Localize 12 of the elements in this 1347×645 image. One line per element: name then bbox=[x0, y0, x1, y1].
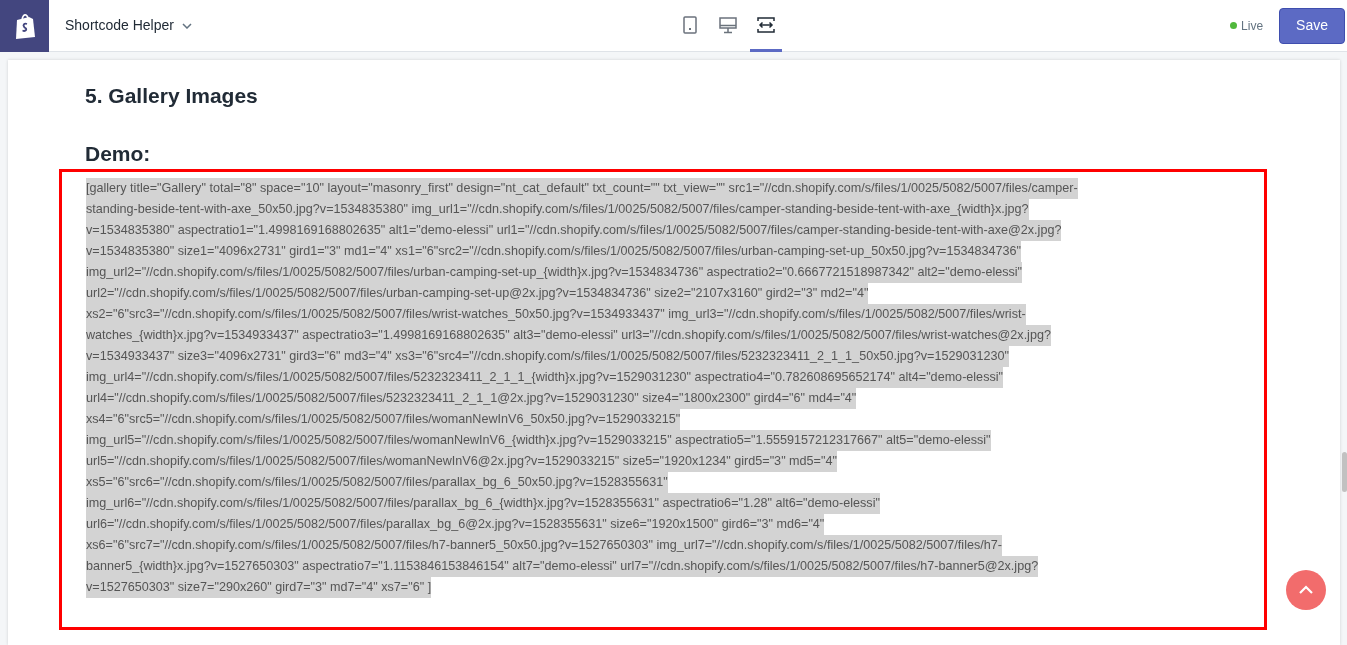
expand-width-icon bbox=[757, 16, 775, 33]
demo-heading: Demo: bbox=[85, 140, 152, 167]
phone-icon bbox=[683, 15, 697, 34]
monitor-icon bbox=[719, 15, 737, 34]
status-label: Live bbox=[1241, 17, 1264, 35]
shopify-logo-icon[interactable] bbox=[0, 0, 49, 52]
chevron-down-icon bbox=[181, 22, 192, 29]
save-button[interactable]: Save bbox=[1279, 7, 1345, 44]
chevron-up-icon bbox=[1298, 585, 1314, 595]
scrollbar-thumb[interactable] bbox=[1342, 452, 1347, 492]
section-heading: 5. Gallery Images bbox=[85, 83, 259, 109]
app-title-dropdown[interactable]: Shortcode Helper bbox=[65, 15, 192, 36]
